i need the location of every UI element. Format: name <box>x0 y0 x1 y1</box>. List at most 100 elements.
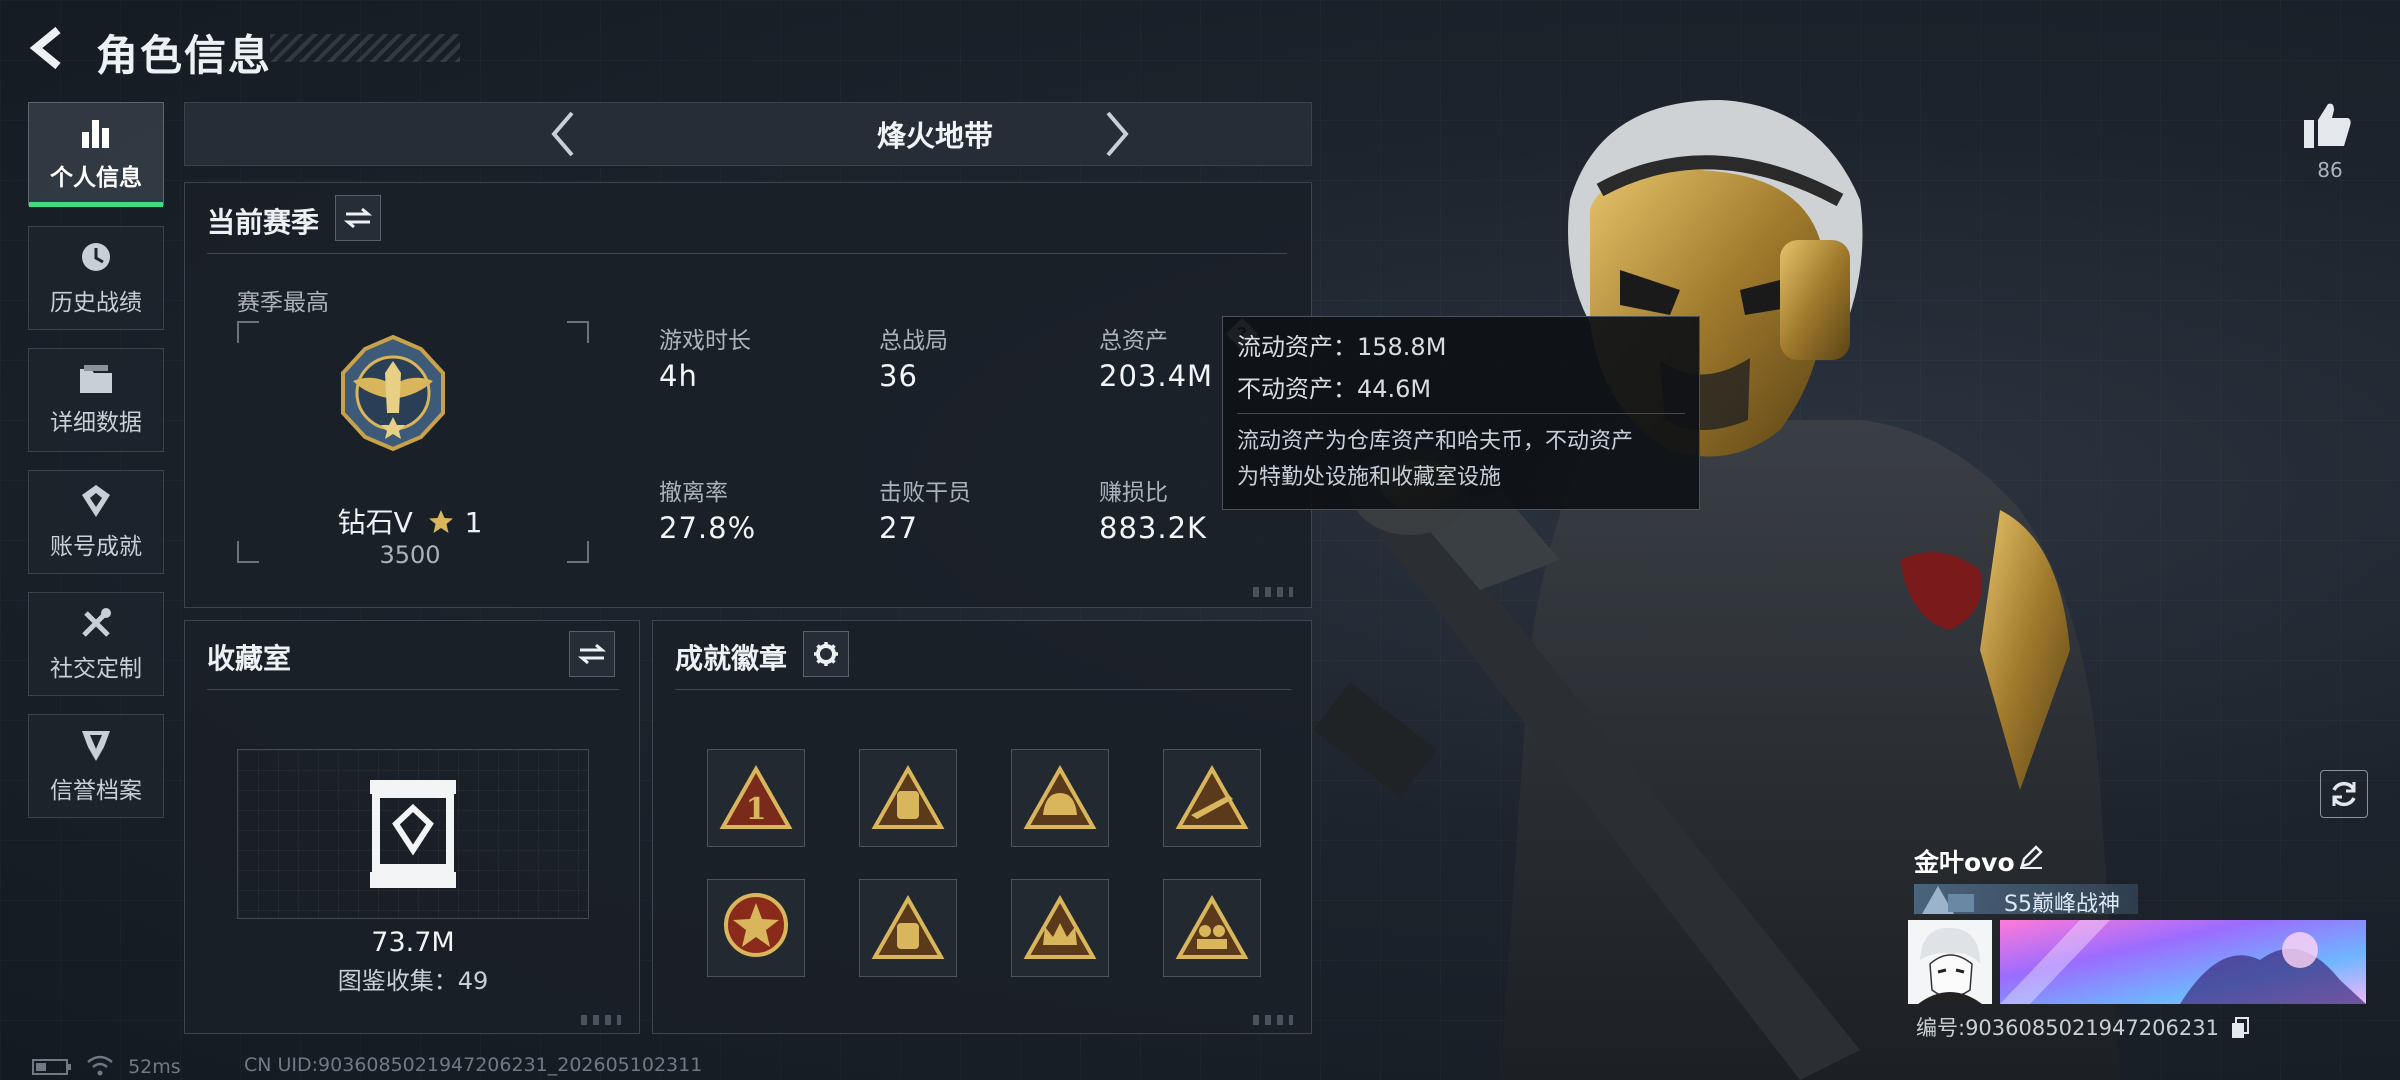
status-indicators: 52ms <box>32 1054 181 1078</box>
stat-label: 总战局 <box>879 328 948 354</box>
stat-value: 27 <box>879 511 918 545</box>
avatar-image <box>1908 920 1992 1004</box>
battery-icon <box>32 1059 71 1075</box>
season-switch-button[interactable] <box>335 195 381 241</box>
sidebar-item-history[interactable]: 历史战绩 <box>28 226 164 330</box>
stat-label: 游戏时长 <box>659 328 751 354</box>
collection-preview[interactable] <box>237 749 589 919</box>
back-button[interactable] <box>22 22 74 74</box>
mode-next-button[interactable] <box>1087 104 1147 164</box>
star-icon <box>428 510 453 533</box>
pencil-icon <box>2020 845 2043 869</box>
sidebar-item-label: 详细数据 <box>50 410 142 436</box>
stat-value: 27.8% <box>659 511 757 545</box>
achievement-settings-button[interactable] <box>803 631 849 677</box>
badge-crown-icon <box>1023 895 1097 959</box>
corner-decoration <box>1253 587 1293 597</box>
rank-label: 钻石V 1 <box>185 501 635 541</box>
tooltip-divider <box>1237 413 1685 414</box>
thumbs-up-icon <box>2304 103 2351 148</box>
like-button[interactable] <box>2302 100 2354 150</box>
badge-helmet-icon <box>1023 765 1097 829</box>
tooltip-desc-line1: 流动资产为仓库资产和哈夫币，不动资产 <box>1237 429 1634 454</box>
sidebar-item-label: 个人信息 <box>50 165 142 191</box>
collection-catalog: 图鉴收集：49 <box>337 967 489 995</box>
achievement-badge[interactable] <box>859 749 957 847</box>
player-name: 金叶ovo <box>1914 848 2015 877</box>
collection-panel-title: 收藏室 <box>207 642 292 675</box>
sidebar-item-label: 历史战绩 <box>50 290 142 316</box>
achievement-badges-panel: 成就徽章 1 <box>652 620 1312 1034</box>
collection-room-panel: 收藏室 73.7M 图鉴收集：49 <box>184 620 640 1034</box>
folder-icon <box>80 365 112 393</box>
cn-uid: CN UID:9036085021947206231_202605102311 <box>244 1054 703 1076</box>
chevron-right-icon <box>1106 111 1129 157</box>
achievement-icon <box>82 485 110 517</box>
player-uid: 编号:9036085021947206231 <box>1916 1012 2250 1042</box>
achievement-badge[interactable] <box>1163 749 1261 847</box>
stat-value: 203.4M <box>1099 359 1214 393</box>
title-tag-text: S5巅峰战神 <box>2004 892 2120 917</box>
asset-tooltip: 流动资产：158.8M 不动资产：44.6M 流动资产为仓库资产和哈夫币，不动资… <box>1222 316 1700 510</box>
avatar[interactable] <box>1908 920 1992 1004</box>
collection-value: 73.7M <box>371 927 455 958</box>
sidebar-item-label: 信誉档案 <box>50 778 142 804</box>
mode-prev-button[interactable] <box>533 104 593 164</box>
sidebar-item-achievements[interactable]: 账号成就 <box>28 470 164 574</box>
tooltip-liquid-assets: 流动资产：158.8M <box>1237 333 1447 361</box>
player-uid-text: 编号:9036085021947206231 <box>1916 1016 2219 1040</box>
achievement-badge[interactable] <box>1163 879 1261 977</box>
badge-squad-icon <box>1175 895 1249 959</box>
profile-banner[interactable] <box>2000 920 2366 1004</box>
sidebar-item-detailed-data[interactable]: 详细数据 <box>28 348 164 452</box>
achievement-badge[interactable] <box>707 879 805 977</box>
rank-stars: 1 <box>464 506 483 539</box>
sidebar-item-label: 社交定制 <box>50 656 142 682</box>
tooltip-fixed-assets: 不动资产：44.6M <box>1237 375 1432 403</box>
refresh-button[interactable] <box>2320 770 2368 818</box>
collection-divider <box>207 689 619 690</box>
page-title: 角色信息 <box>96 31 273 80</box>
like-count: 86 <box>2317 158 2343 182</box>
achievement-badge[interactable] <box>1011 879 1109 977</box>
achievement-badge[interactable] <box>859 879 957 977</box>
mode-selector-bar: 烽火地带 <box>184 102 1312 166</box>
tools-icon <box>82 608 111 637</box>
badge-s8-backpack-icon <box>871 895 945 959</box>
rank-emblem-icon <box>341 334 445 452</box>
rank-name: 钻石V <box>337 506 413 539</box>
banner-image <box>2000 920 2366 1004</box>
sidebar-item-social-custom[interactable]: 社交定制 <box>28 592 164 696</box>
frame-corner <box>567 321 589 343</box>
swap-arrows-icon <box>344 207 372 229</box>
copy-icon[interactable] <box>2230 1017 2250 1039</box>
season-panel-title: 当前赛季 <box>207 206 320 239</box>
edit-name-button[interactable] <box>2018 844 2046 872</box>
current-season-panel: 当前赛季 赛季最高 钻石V 1 3500 游戏时长 4h 总战局 36 总资产 … <box>184 182 1312 608</box>
achievement-badge[interactable] <box>1011 749 1109 847</box>
swap-arrows-icon <box>578 643 606 665</box>
sidebar-item-label: 账号成就 <box>50 534 142 560</box>
badge-rifle-icon <box>1175 765 1249 829</box>
mode-name: 烽火地带 <box>876 119 993 153</box>
sidebar-item-credit-record[interactable]: 信誉档案 <box>28 714 164 818</box>
refresh-icon <box>2332 781 2356 807</box>
stat-label: 总资产 <box>1099 328 1168 354</box>
achievement-badge[interactable]: 1 <box>707 749 805 847</box>
season-divider <box>207 253 1287 254</box>
frame-corner <box>237 321 259 343</box>
back-arrow-icon <box>29 26 61 70</box>
stat-value: 883.2K <box>1099 511 1208 545</box>
svg-text:1: 1 <box>746 792 767 827</box>
season-best-label: 赛季最高 <box>237 290 329 316</box>
collection-switch-button[interactable] <box>569 631 615 677</box>
tooltip-desc-line2: 为特勤处设施和收藏室设施 <box>1237 465 1502 490</box>
sidebar-item-personal-info[interactable]: 个人信息 <box>28 102 164 207</box>
badge-star-medal-icon <box>724 893 788 957</box>
wifi-icon <box>87 1055 113 1076</box>
badge-backpack-icon <box>871 765 945 829</box>
stat-value: 4h <box>659 359 698 393</box>
stat-label: 赚损比 <box>1099 480 1168 506</box>
title-emblem-icon <box>1922 886 1974 914</box>
achievement-divider <box>675 689 1291 690</box>
